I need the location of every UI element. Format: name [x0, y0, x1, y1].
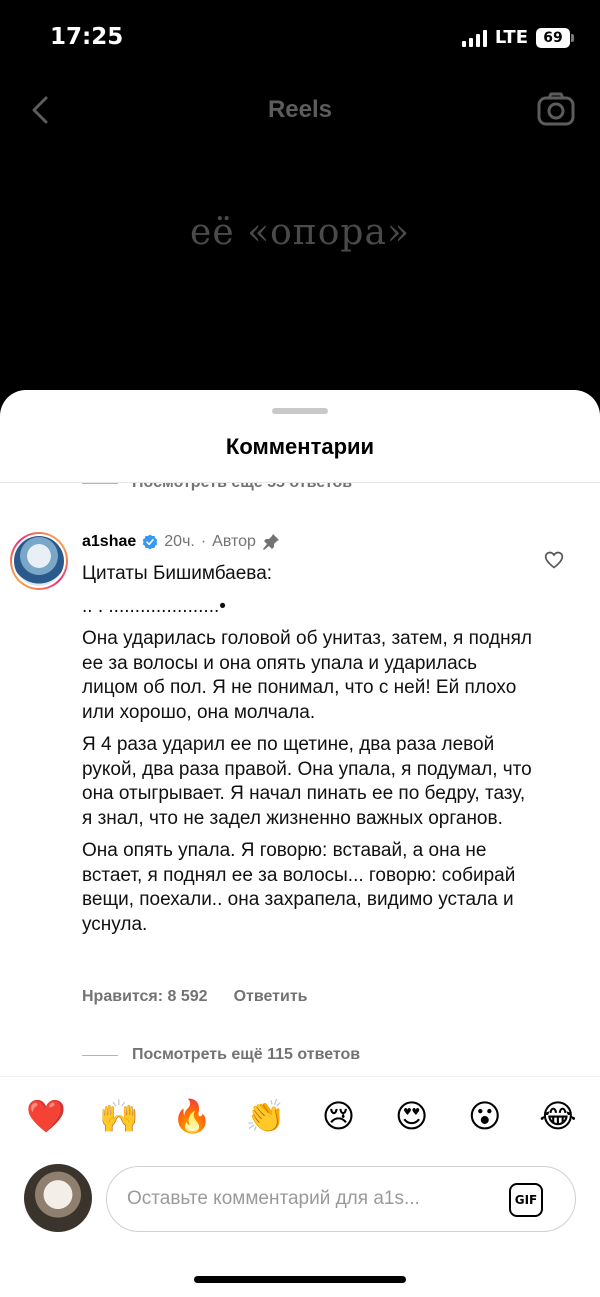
likes-count[interactable]: Нравится: 8 592 — [82, 988, 208, 1006]
comment-paragraph: Она опять упала. Я говорю: вставай, а он… — [82, 840, 516, 935]
author-label: Автор — [212, 533, 256, 550]
divider — [0, 1076, 600, 1077]
sheet-title: Комментарии — [225, 434, 375, 459]
view-more-replies-label: Посмотреть еще 55 ответов — [132, 483, 352, 492]
reply-line — [82, 483, 118, 484]
fire-emoji[interactable]: 🔥 — [172, 1096, 212, 1136]
meta-separator: · — [200, 533, 207, 550]
red-heart-emoji[interactable]: ❤️ — [26, 1096, 66, 1136]
drag-handle[interactable] — [272, 408, 328, 414]
network-label: LTE — [494, 27, 528, 48]
comment-username[interactable]: a1shae — [82, 530, 136, 554]
pin-icon — [262, 534, 279, 550]
like-heart-icon[interactable] — [544, 550, 564, 570]
status-bar: 17:25 LTE 69 — [0, 0, 600, 78]
heart-eyes-emoji[interactable]: 😍 — [392, 1096, 432, 1136]
surprised-face-emoji[interactable]: 😮 — [465, 1096, 505, 1136]
camera-icon[interactable] — [536, 90, 576, 130]
comment-input[interactable] — [127, 1188, 497, 1210]
crying-face-emoji[interactable]: 😢 — [319, 1096, 359, 1136]
comment-time: 20ч. — [164, 533, 195, 550]
battery-level: 69 — [543, 29, 563, 46]
view-more-replies-label: Посмотреть ещё 115 ответов — [132, 1046, 361, 1063]
emoji-reaction-bar: ❤️ 🙌 🔥 👏 😢 😍 😮 😂 — [26, 1096, 578, 1136]
comment-paragraph: Я 4 раза ударил ее по щетине, два раза л… — [82, 734, 532, 829]
page-title: Reels — [267, 96, 333, 123]
clapping-hands-emoji[interactable]: 👏 — [245, 1096, 286, 1136]
video-caption: её «опора» — [190, 212, 410, 253]
signal-icon — [461, 29, 487, 47]
comment-text: Цитаты Бишимбаева: .. . ................… — [82, 562, 532, 937]
reply-button[interactable]: Ответить — [234, 988, 308, 1006]
battery-icon: 69 — [536, 27, 574, 48]
status-time: 17:25 — [50, 24, 124, 50]
commenter-avatar[interactable] — [10, 532, 68, 590]
reels-header: Reels — [0, 80, 600, 140]
my-avatar — [24, 1164, 92, 1232]
comment-paragraph: Цитаты Бишимбаева: — [82, 563, 273, 584]
gif-button[interactable]: GIF — [509, 1183, 543, 1217]
verified-badge-icon — [142, 534, 158, 550]
tears-of-joy-emoji[interactable]: 😂 — [538, 1096, 578, 1136]
comment-input-box[interactable]: GIF — [106, 1166, 576, 1232]
raising-hands-emoji[interactable]: 🙌 — [99, 1096, 139, 1136]
reply-line — [82, 1054, 118, 1056]
comment: a1shae 20ч. · Автор Цитаты Бишимбаева: .… — [82, 530, 532, 945]
view-more-replies-bottom[interactable]: Посмотреть ещё 115 ответов — [82, 1046, 360, 1064]
comments-sheet: Комментарии Посмотреть еще 55 ответов a1… — [0, 390, 600, 1297]
view-more-replies-top[interactable]: Посмотреть еще 55 ответов — [82, 483, 352, 492]
home-indicator — [194, 1276, 406, 1283]
comment-paragraph: .. . .....................• — [82, 595, 226, 617]
comment-paragraph: Она ударилась головой об унитаз, затем, … — [82, 628, 532, 723]
